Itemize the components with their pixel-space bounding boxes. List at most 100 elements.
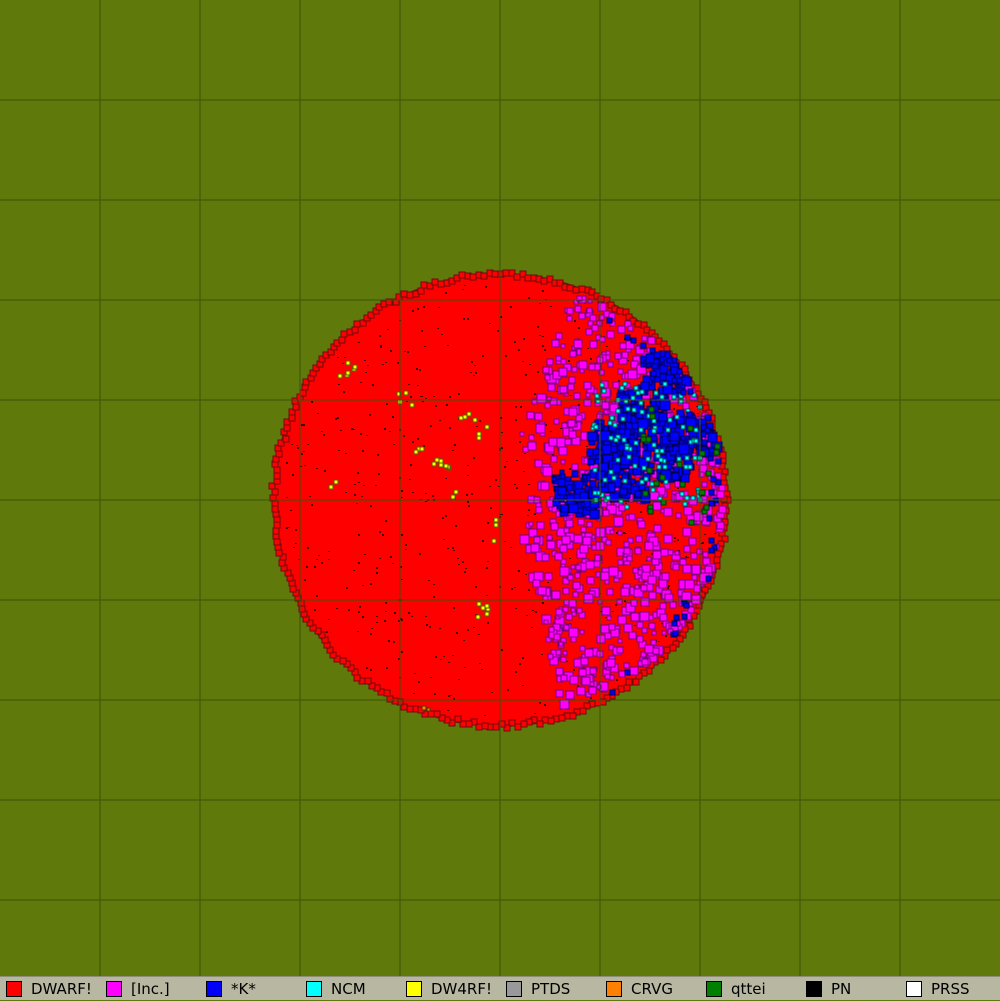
territory-cell (703, 504, 710, 511)
territory-cell (607, 420, 613, 426)
territory-cell (409, 402, 415, 408)
territory-cell (615, 457, 621, 463)
territory-cell (450, 494, 456, 500)
territory-speck (385, 602, 387, 604)
territory-cell (714, 550, 722, 558)
territory-cell (364, 677, 372, 685)
territory-speck (286, 497, 288, 498)
territory-cell (550, 455, 558, 463)
territory-cell (623, 541, 630, 548)
territory-cell (597, 302, 607, 312)
territory-cell (626, 454, 632, 460)
territory-speck (309, 496, 311, 497)
territory-cell (599, 336, 606, 343)
territory-cell (605, 350, 611, 356)
territory-cell (602, 509, 610, 517)
territory-speck (296, 445, 298, 446)
territory-speck (326, 631, 328, 633)
territory-speck (379, 558, 381, 559)
legend-swatch-pn (806, 981, 822, 997)
territory-speck (387, 329, 389, 330)
territory-speck (465, 568, 467, 569)
territory-speck (616, 679, 618, 681)
territory-cell (714, 443, 721, 450)
territory-cell (581, 676, 591, 686)
territory-speck (430, 425, 432, 427)
territory-cell (476, 435, 482, 441)
territory-cell (560, 656, 567, 663)
territory-cell (622, 478, 628, 484)
territory-speck (367, 365, 369, 366)
territory-cell (647, 336, 656, 345)
territory-cell (555, 332, 563, 340)
territory-cell (612, 452, 619, 459)
territory-cell (383, 689, 391, 697)
territory-speck (314, 566, 316, 568)
territory-cell (282, 435, 290, 443)
territory-speck (385, 611, 387, 612)
territory-cell (624, 669, 631, 676)
territory-cell (640, 381, 650, 391)
territory-speck (335, 418, 337, 420)
territory-cell (278, 559, 286, 567)
faction-legend: DWARF! [Inc.] *K* NCM DW4RF! PTDS CRVG q… (0, 976, 1000, 1000)
territory-cell (589, 314, 597, 322)
territory-cell (669, 644, 677, 652)
territory-cell (659, 394, 665, 400)
legend-swatch-crvg (606, 981, 622, 997)
territory-speck (401, 534, 403, 536)
territory-cell (420, 281, 428, 289)
territory-cell (609, 529, 615, 535)
territory-cell (547, 717, 555, 725)
territory-cell (560, 504, 569, 513)
territory-cell (671, 377, 678, 384)
territory-cell (713, 449, 720, 456)
territory-cell (647, 575, 657, 585)
territory-cell (431, 461, 437, 467)
territory-speck (587, 348, 589, 349)
territory-speck (360, 382, 362, 383)
territory-map[interactable] (0, 0, 1000, 976)
territory-cell (619, 342, 627, 350)
territory-cell (687, 388, 694, 395)
territory-cell (641, 627, 648, 634)
territory-cell (567, 383, 575, 391)
territory-cell (679, 481, 686, 488)
territory-cell (604, 632, 612, 640)
territory-cell (651, 418, 657, 424)
territory-speck (390, 556, 392, 558)
territory-cell (600, 571, 610, 581)
territory-cell (648, 622, 656, 630)
territory-cell (555, 608, 563, 616)
territory-speck (351, 428, 353, 430)
territory-cell (576, 686, 586, 696)
territory-cell (353, 674, 361, 682)
territory-cell (678, 443, 690, 455)
territory-speck (376, 616, 378, 617)
territory-cell (676, 461, 683, 468)
territory-cell (625, 678, 633, 686)
territory-cell (672, 630, 679, 637)
territory-cell (583, 593, 594, 604)
territory-speck (357, 472, 359, 474)
territory-speck (528, 484, 530, 485)
territory-map-canvas[interactable] (0, 0, 1000, 976)
territory-speck (464, 571, 466, 573)
territory-speck (534, 393, 536, 395)
territory-cell (671, 394, 677, 400)
territory-cell (710, 476, 717, 483)
territory-speck (412, 441, 414, 443)
territory-cell (715, 458, 722, 465)
territory-cell (555, 667, 564, 676)
territory-cell (561, 535, 571, 545)
territory-cell (481, 722, 489, 730)
territory-cell (617, 615, 627, 625)
territory-cell (673, 614, 680, 621)
territory-cell (431, 278, 439, 286)
territory-speck (295, 529, 297, 531)
territory-speck (473, 375, 475, 376)
territory-cell (603, 409, 609, 415)
territory-cell (289, 585, 297, 593)
territory-speck (401, 579, 403, 580)
territory-speck (369, 414, 371, 416)
